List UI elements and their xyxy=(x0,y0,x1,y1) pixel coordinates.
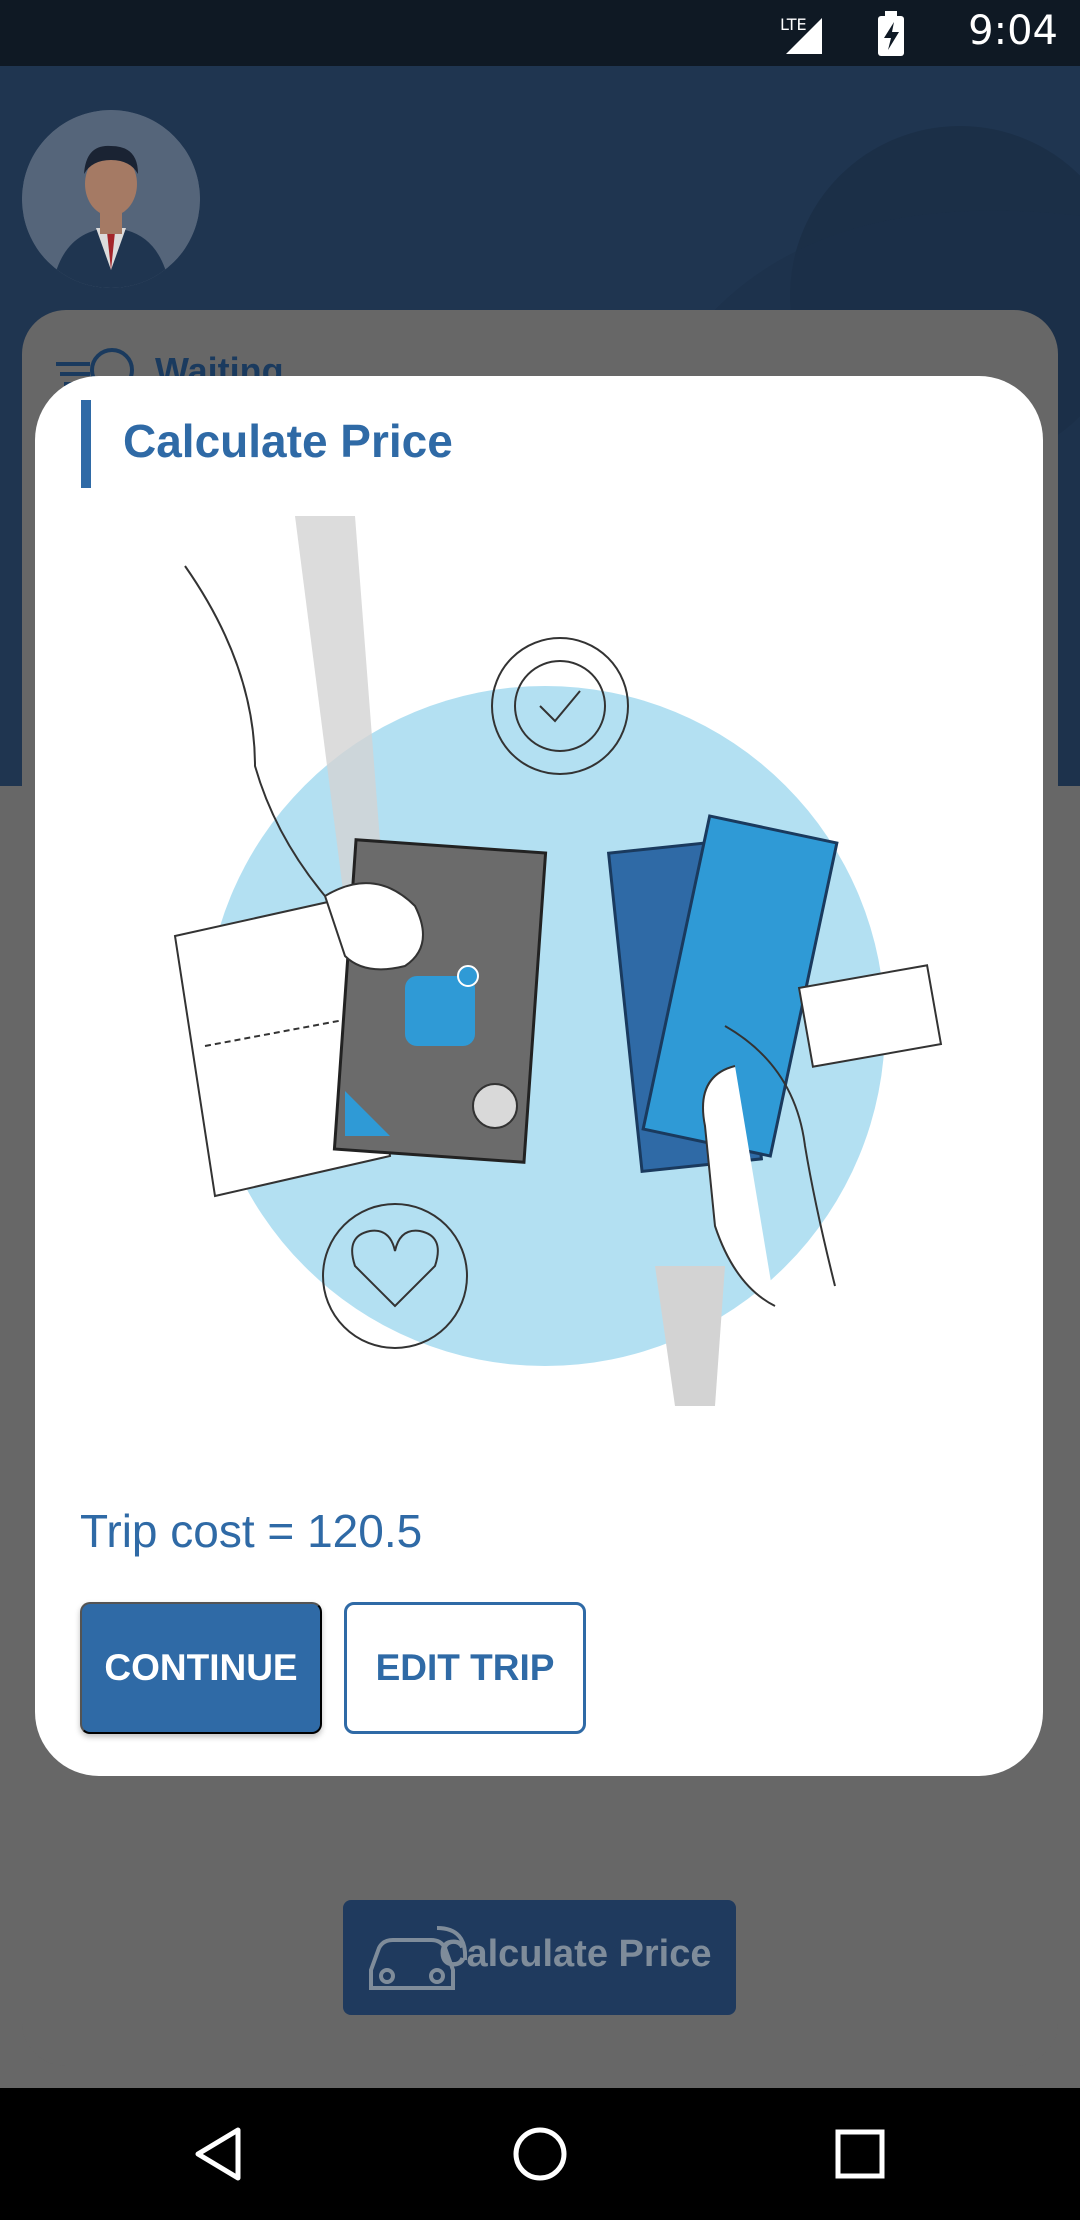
battery-charging-icon xyxy=(878,11,904,56)
calculate-price-label: Calculate Price xyxy=(439,1933,712,1975)
navigation-bar xyxy=(0,2088,1080,2220)
title-accent-bar xyxy=(81,400,91,488)
edit-trip-button[interactable]: EDIT TRIP xyxy=(344,1602,586,1734)
calculate-price-dialog: Calculate Price Trip cost = 120.5 CONTIN… xyxy=(35,376,1043,1776)
clock: 9:04 xyxy=(968,8,1058,54)
back-icon[interactable] xyxy=(188,2122,252,2186)
svg-text:LTE: LTE xyxy=(780,15,807,34)
calculate-price-button[interactable]: Calculate Price xyxy=(343,1900,736,2015)
payment-illustration xyxy=(173,516,943,1406)
avatar[interactable] xyxy=(22,110,200,288)
screen: LTE 9:04 Waiting Calculate Price Calcula… xyxy=(0,0,1080,2220)
recents-icon[interactable] xyxy=(828,2122,892,2186)
trip-cost-label: Trip cost = 120.5 xyxy=(80,1505,423,1557)
lte-signal-icon: LTE xyxy=(780,11,904,56)
dialog-title: Calculate Price xyxy=(123,415,453,467)
home-icon[interactable] xyxy=(508,2122,572,2186)
continue-button[interactable]: CONTINUE xyxy=(80,1602,322,1734)
status-bar: LTE 9:04 xyxy=(0,0,1080,66)
